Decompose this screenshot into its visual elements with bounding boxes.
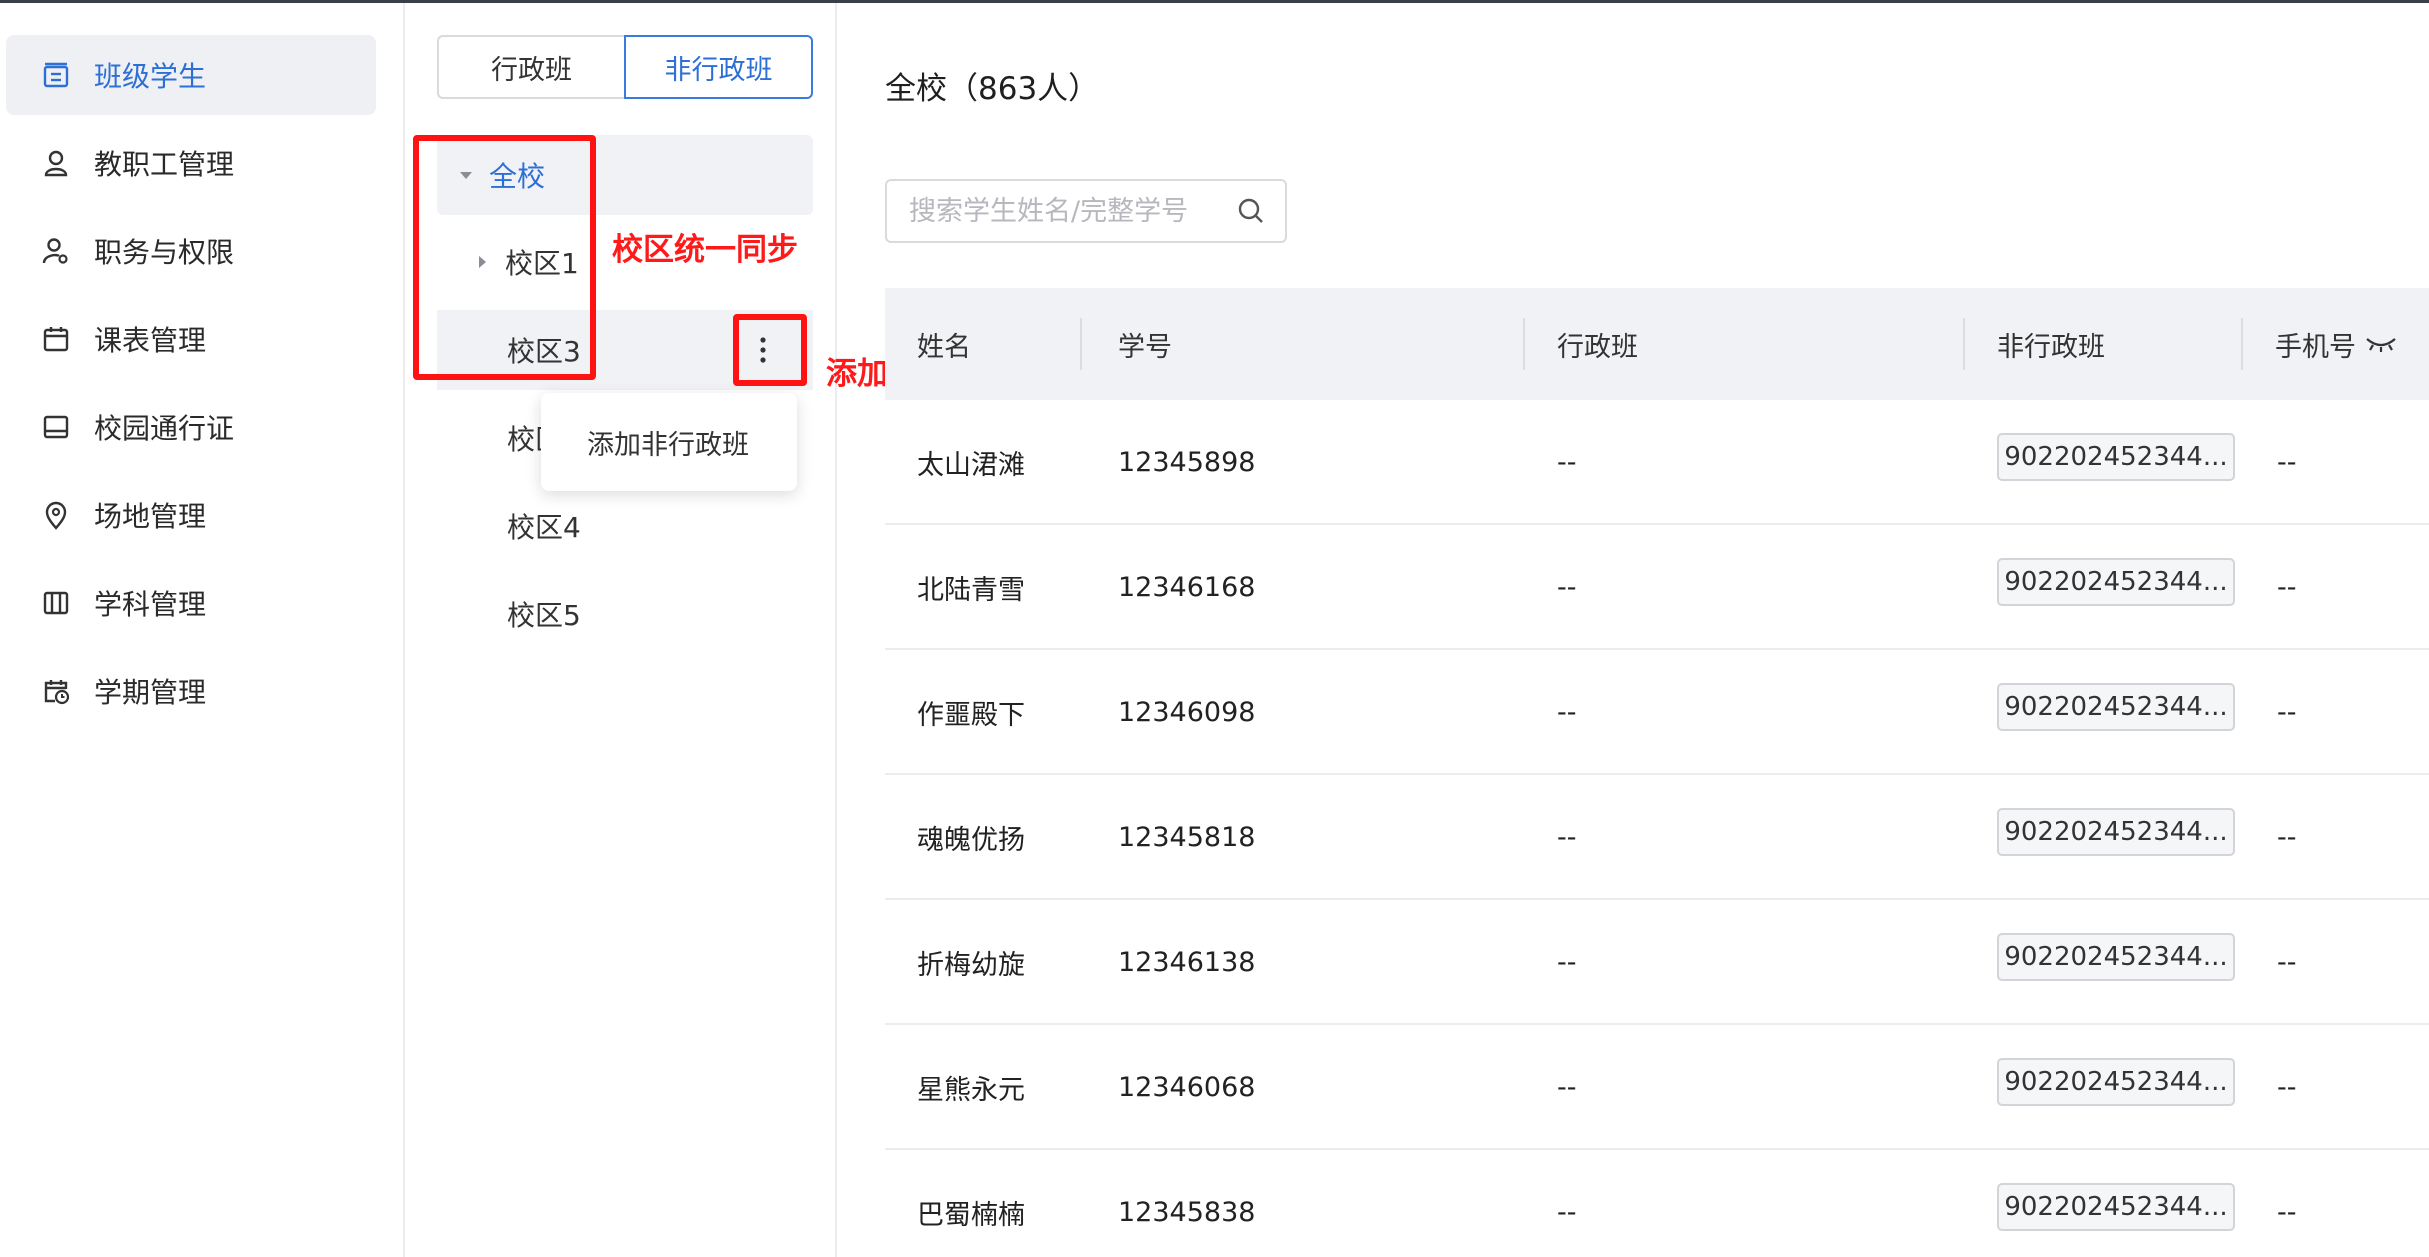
sidebar-item-label: 学科管理 <box>94 588 207 621</box>
cell-phone: -- <box>2277 572 2297 603</box>
non-admin-class-tag[interactable]: 902202452344... <box>1997 433 2235 481</box>
column-header-admin-class[interactable]: 行政班 <box>1557 288 1638 400</box>
column-divider <box>1963 318 1965 370</box>
cell-student-id: 12345818 <box>1118 822 1256 853</box>
main-content: 全校（863人） 姓名 学号 行政班 非行政班 手机号 太山涒滩 12345898… <box>839 3 2429 1257</box>
cell-name: 巴蜀楠楠 <box>917 1200 1025 1231</box>
students-table: 姓名 学号 行政班 非行政班 手机号 太山涒滩 12345898 -- -- 90220… <box>885 288 2429 1257</box>
column-header-non-admin-class[interactable]: 非行政班 <box>1997 288 2105 400</box>
search-input[interactable] <box>909 195 1227 227</box>
non-admin-class-tag[interactable]: 902202452344... <box>1997 933 2235 981</box>
cell-student-id: 12346138 <box>1118 947 1256 978</box>
calendar-clock-icon <box>38 673 74 709</box>
sidebar-item-semesters[interactable]: 学期管理 <box>6 651 376 731</box>
cell-admin-class: -- <box>1557 1197 1577 1228</box>
cell-name: 北陆青雪 <box>917 575 1025 606</box>
user-icon <box>38 145 74 181</box>
table-header: 姓名 学号 行政班 非行政班 手机号 <box>885 288 2429 400</box>
table-body: 太山涒滩 12345898 -- -- 902202452344... 北陆青雪 12346… <box>885 400 2429 1257</box>
column-divider <box>1080 318 1082 370</box>
search-icon[interactable] <box>1235 195 1267 227</box>
calendar-icon <box>38 321 74 357</box>
sidebar-item-label: 教职工管理 <box>94 148 235 181</box>
cell-student-id: 12345838 <box>1118 1197 1256 1228</box>
sidebar-item-label: 校园通行证 <box>94 412 235 445</box>
annotation-box-more-button <box>733 314 807 386</box>
table-row[interactable]: 折梅幼旋 12346138 -- -- 902202452344... <box>885 900 2429 1025</box>
cell-admin-class: -- <box>1557 822 1577 853</box>
cell-name: 星熊永元 <box>917 1075 1025 1106</box>
user-settings-icon <box>38 233 74 269</box>
sidebar-item-label: 职务与权限 <box>94 236 235 269</box>
table-row[interactable]: 作噩殿下 12346098 -- -- 902202452344... <box>885 650 2429 775</box>
cell-phone: -- <box>2277 697 2297 728</box>
non-admin-class-tag[interactable]: 902202452344... <box>1997 683 2235 731</box>
cell-student-id: 12346168 <box>1118 572 1256 603</box>
cell-name: 折梅幼旋 <box>917 950 1025 981</box>
cell-admin-class: -- <box>1557 572 1577 603</box>
sidebar-item-campus-pass[interactable]: 校园通行证 <box>6 387 376 467</box>
table-row[interactable]: 星熊永元 12346068 -- -- 902202452344... <box>885 1025 2429 1150</box>
tree-node-label: 校区4 <box>507 511 581 544</box>
sidebar-item-timetable[interactable]: 课表管理 <box>6 299 376 379</box>
class-icon <box>38 57 74 93</box>
annotation-note-sync: 校区统一同步 <box>612 232 798 268</box>
non-admin-class-tag[interactable]: 902202452344... <box>1997 808 2235 856</box>
cell-admin-class: -- <box>1557 947 1577 978</box>
cell-student-id: 12346098 <box>1118 697 1256 728</box>
cell-phone: -- <box>2277 447 2297 478</box>
cell-admin-class: -- <box>1557 1072 1577 1103</box>
sidebar-item-roles[interactable]: 职务与权限 <box>6 211 376 291</box>
column-divider <box>2241 318 2243 370</box>
annotation-box-campus-sync <box>413 135 596 380</box>
menu-item-label: 添加非行政班 <box>587 429 749 461</box>
search-box <box>885 179 1287 243</box>
sidebar-item-label: 班级学生 <box>94 60 207 93</box>
page-title: 全校（863人） <box>885 71 1100 107</box>
cell-phone: -- <box>2277 822 2297 853</box>
column-header-label: 手机号 <box>2275 331 2356 363</box>
cell-student-id: 12345898 <box>1118 447 1256 478</box>
sidebar-item-subjects[interactable]: 学科管理 <box>6 563 376 643</box>
cell-name: 太山涒滩 <box>917 450 1025 481</box>
cell-admin-class: -- <box>1557 697 1577 728</box>
column-header-student-id[interactable]: 学号 <box>1118 288 1172 400</box>
column-divider <box>1523 318 1525 370</box>
sidebar-item-staff[interactable]: 教职工管理 <box>6 123 376 203</box>
sidebar-item-venues[interactable]: 场地管理 <box>6 475 376 555</box>
non-admin-class-tag[interactable]: 902202452344... <box>1997 1058 2235 1106</box>
table-row[interactable]: 巴蜀楠楠 12345838 -- -- 902202452344... <box>885 1150 2429 1257</box>
cell-admin-class: -- <box>1557 447 1577 478</box>
tab-non-admin-class[interactable]: 非行政班 <box>624 35 813 99</box>
tree-node-campus-4[interactable]: 校区4 <box>437 486 813 566</box>
sidebar-item-label: 场地管理 <box>94 500 207 533</box>
sidebar-item-class-students[interactable]: 班级学生 <box>6 35 376 115</box>
table-row[interactable]: 太山涒滩 12345898 -- -- 902202452344... <box>885 400 2429 525</box>
cell-phone: -- <box>2277 1197 2297 1228</box>
cell-phone: -- <box>2277 1072 2297 1103</box>
tree-node-campus-5[interactable]: 校区5 <box>437 574 813 654</box>
cell-name: 作噩殿下 <box>917 700 1025 731</box>
location-icon <box>38 497 74 533</box>
cell-name: 魂魄优扬 <box>917 825 1025 856</box>
table-row[interactable]: 北陆青雪 12346168 -- -- 902202452344... <box>885 525 2429 650</box>
eye-closed-icon[interactable] <box>2364 333 2398 355</box>
sidebar-item-label: 课表管理 <box>94 324 207 357</box>
sidebar-item-label: 学期管理 <box>94 676 207 709</box>
cell-phone: -- <box>2277 947 2297 978</box>
add-non-admin-class-menu-item[interactable]: 添加非行政班 <box>541 393 797 491</box>
tree-node-label: 校区5 <box>507 599 581 632</box>
column-header-phone[interactable]: 手机号 <box>2275 288 2398 400</box>
sidebar: 班级学生 教职工管理 职务与权限 课表管理 校园通行证 场地管理 学科管理 学期… <box>0 3 405 1257</box>
class-type-switch: 行政班 非行政班 <box>437 35 813 99</box>
book-icon <box>38 585 74 621</box>
non-admin-class-tag[interactable]: 902202452344... <box>1997 1183 2235 1231</box>
non-admin-class-tag[interactable]: 902202452344... <box>1997 558 2235 606</box>
tab-admin-class[interactable]: 行政班 <box>437 35 624 99</box>
column-header-name[interactable]: 姓名 <box>917 288 971 400</box>
cell-student-id: 12346068 <box>1118 1072 1256 1103</box>
table-row[interactable]: 魂魄优扬 12345818 -- -- 902202452344... <box>885 775 2429 900</box>
card-icon <box>38 409 74 445</box>
